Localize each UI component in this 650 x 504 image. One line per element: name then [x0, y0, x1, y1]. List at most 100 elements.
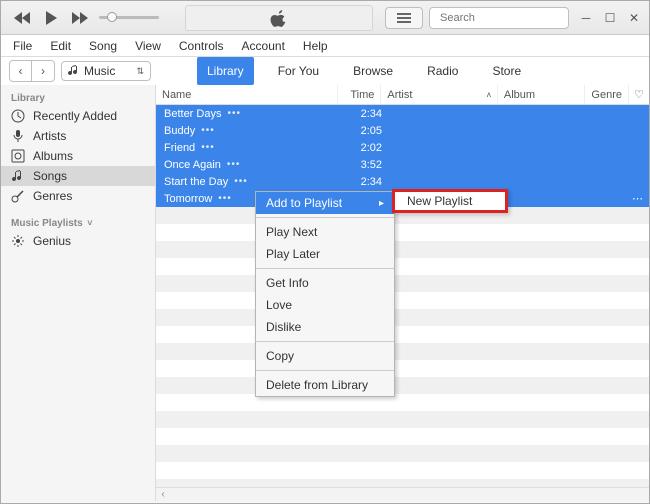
more-icon[interactable]: ⋯ [632, 192, 643, 205]
source-select[interactable]: Music ⇅ [61, 61, 151, 81]
album-icon [11, 149, 25, 163]
sidebar-item-genres[interactable]: Genres [1, 186, 155, 206]
tab-store[interactable]: Store [482, 57, 531, 85]
column-album[interactable]: Album [498, 85, 586, 104]
empty-row [156, 377, 649, 394]
menu-separator [256, 268, 394, 269]
chevron-updown-icon: ⇅ [136, 66, 144, 77]
previous-button[interactable] [11, 6, 35, 30]
empty-row [156, 258, 649, 275]
now-playing-display [185, 5, 373, 31]
empty-row [156, 411, 649, 428]
sub-toolbar: ‹ › Music ⇅ Library For You Browse Radio… [1, 57, 649, 85]
sidebar-item-songs[interactable]: Songs [1, 166, 155, 186]
empty-row [156, 241, 649, 258]
minimize-button[interactable]: ─ [575, 9, 597, 27]
tab-for-you[interactable]: For You [268, 57, 329, 85]
sidebar-item-artists[interactable]: Artists [1, 126, 155, 146]
tab-radio[interactable]: Radio [417, 57, 468, 85]
back-button[interactable]: ‹ [10, 61, 32, 81]
menu-separator [256, 341, 394, 342]
tab-browse[interactable]: Browse [343, 57, 403, 85]
music-note-icon [68, 65, 80, 77]
empty-row [156, 428, 649, 445]
more-icon[interactable]: ••• [227, 108, 241, 119]
table-rows: Better Days••• 2:34 Buddy••• 2:05 Friend… [156, 105, 649, 496]
table-row[interactable]: Buddy••• 2:05 [156, 122, 649, 139]
more-icon[interactable]: ••• [227, 159, 241, 170]
nav-buttons: ‹ › [9, 60, 55, 82]
sidebar-header-library: Library [1, 89, 155, 106]
sidebar-item-label: Recently Added [33, 109, 117, 123]
sidebar-item-recently-added[interactable]: Recently Added [1, 106, 155, 126]
menubar: File Edit Song View Controls Account Hel… [1, 35, 649, 57]
search-input[interactable] [440, 12, 582, 24]
menu-play-later[interactable]: Play Later [256, 243, 394, 265]
sidebar-item-label: Artists [33, 129, 66, 143]
next-button[interactable] [67, 6, 91, 30]
menu-love[interactable]: Love [256, 294, 394, 316]
forward-button[interactable]: › [32, 61, 54, 81]
genius-icon [11, 234, 25, 248]
more-icon[interactable]: ••• [201, 142, 215, 153]
sidebar-item-label: Genius [33, 234, 71, 248]
empty-row [156, 309, 649, 326]
menu-play-next[interactable]: Play Next [256, 221, 394, 243]
column-name[interactable]: Name [156, 85, 338, 104]
sidebar-item-albums[interactable]: Albums [1, 146, 155, 166]
column-artist[interactable]: Artist ʌ [381, 85, 498, 104]
menu-song[interactable]: Song [81, 37, 125, 55]
more-icon[interactable]: ••• [201, 125, 215, 136]
empty-row [156, 360, 649, 377]
submenu-new-playlist[interactable]: New Playlist [392, 189, 508, 213]
menu-add-to-playlist[interactable]: Add to Playlist ▸ [256, 192, 394, 214]
table-header: Name Time Artist ʌ Album Genre ♡ [156, 85, 649, 105]
more-icon[interactable]: ••• [234, 176, 248, 187]
menu-account[interactable]: Account [234, 37, 293, 55]
table-row[interactable]: Start the Day••• 2:34 [156, 173, 649, 190]
empty-row [156, 275, 649, 292]
player-controls [1, 6, 179, 30]
table-row[interactable]: Once Again••• 3:52 [156, 156, 649, 173]
table-row[interactable]: Better Days••• 2:34 [156, 105, 649, 122]
menu-delete-from-library[interactable]: Delete from Library [256, 374, 394, 396]
menu-help[interactable]: Help [295, 37, 336, 55]
view-tabs: Library For You Browse Radio Store [157, 57, 641, 85]
scroll-left-icon[interactable]: ‹ [156, 489, 170, 500]
chevron-down-icon: ˅ [85, 218, 93, 228]
close-button[interactable]: ✕ [623, 9, 645, 27]
list-view-button[interactable] [385, 7, 423, 29]
play-button[interactable] [39, 6, 63, 30]
maximize-button[interactable]: ☐ [599, 9, 621, 27]
empty-row [156, 292, 649, 309]
sidebar-item-label: Albums [33, 149, 73, 163]
chevron-right-icon: ▸ [379, 198, 384, 209]
menu-controls[interactable]: Controls [171, 37, 232, 55]
guitar-icon [11, 189, 25, 203]
sidebar-item-label: Genres [33, 189, 72, 203]
titlebar: ─ ☐ ✕ [1, 1, 649, 35]
apple-logo-icon [270, 9, 288, 27]
table-row[interactable]: Friend••• 2:02 [156, 139, 649, 156]
menu-file[interactable]: File [5, 37, 40, 55]
column-time[interactable]: Time [338, 85, 381, 104]
empty-row [156, 326, 649, 343]
menu-edit[interactable]: Edit [42, 37, 79, 55]
horizontal-scrollbar[interactable]: ‹ [156, 487, 649, 501]
list-icon [397, 13, 411, 23]
column-loved[interactable]: ♡ [629, 85, 649, 104]
tab-library[interactable]: Library [197, 57, 254, 85]
search-field[interactable] [429, 7, 569, 29]
menu-view[interactable]: View [127, 37, 169, 55]
menu-dislike[interactable]: Dislike [256, 316, 394, 338]
sidebar-item-genius[interactable]: Genius [1, 231, 155, 251]
menu-copy[interactable]: Copy [256, 345, 394, 367]
column-genre[interactable]: Genre [585, 85, 629, 104]
empty-row [156, 224, 649, 241]
sidebar: Library Recently Added Artists Albums So… [1, 85, 156, 501]
menu-separator [256, 370, 394, 371]
more-icon[interactable]: ••• [218, 193, 232, 204]
menu-get-info[interactable]: Get Info [256, 272, 394, 294]
volume-slider[interactable] [99, 11, 169, 25]
sidebar-header-playlists[interactable]: Music Playlists ˅ [1, 214, 155, 231]
